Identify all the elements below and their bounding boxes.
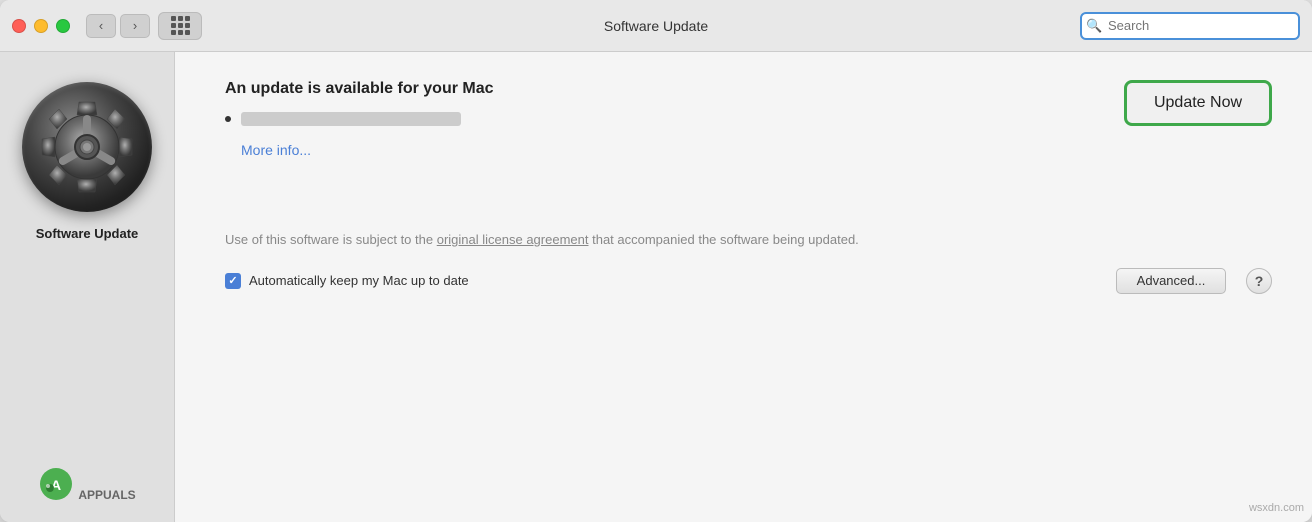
wsxdn-watermark: wsxdn.com xyxy=(1249,502,1304,514)
bottom-section: ✓ Automatically keep my Mac up to date A… xyxy=(225,268,1272,294)
update-item-bar xyxy=(241,112,461,126)
update-title: An update is available for your Mac xyxy=(225,80,1094,98)
main-panel: An update is available for your Mac More… xyxy=(175,52,1312,522)
window-title: Software Update xyxy=(604,18,708,34)
update-info: An update is available for your Mac More… xyxy=(225,80,1094,160)
content-area: Software Update A APPUALS An update xyxy=(0,52,1312,522)
more-info-link[interactable]: More info... xyxy=(241,142,311,158)
help-button[interactable]: ? xyxy=(1246,268,1272,294)
auto-update-checkbox[interactable]: ✓ xyxy=(225,273,241,289)
update-section: An update is available for your Mac More… xyxy=(225,80,1272,160)
fullscreen-button[interactable] xyxy=(56,19,70,33)
appuals-logo: A xyxy=(38,466,74,502)
grid-view-button[interactable] xyxy=(158,12,202,40)
bullet-icon xyxy=(225,116,231,122)
back-button[interactable]: ‹ xyxy=(86,14,116,38)
app-icon xyxy=(22,82,152,212)
license-text-before: Use of this software is subject to the xyxy=(225,232,437,247)
license-link[interactable]: original license agreement xyxy=(437,232,589,247)
titlebar: ‹ › Software Update 🔍 xyxy=(0,0,1312,52)
close-button[interactable] xyxy=(12,19,26,33)
checkbox-label: Automatically keep my Mac up to date xyxy=(249,273,469,288)
app-label: Software Update xyxy=(36,226,139,241)
appuals-watermark: A APPUALS xyxy=(38,466,135,502)
sidebar: Software Update A APPUALS xyxy=(0,52,175,522)
traffic-lights xyxy=(12,19,70,33)
license-text-after: that accompanied the software being upda… xyxy=(588,232,858,247)
system-preferences-window: ‹ › Software Update 🔍 xyxy=(0,0,1312,522)
checkbox-row: ✓ Automatically keep my Mac up to date xyxy=(225,273,1096,289)
nav-buttons: ‹ › xyxy=(86,14,150,38)
check-icon: ✓ xyxy=(228,274,237,287)
forward-icon: › xyxy=(133,18,137,33)
gear-svg xyxy=(32,92,142,202)
appuals-text: APPUALS xyxy=(78,488,135,502)
update-now-button[interactable]: Update Now xyxy=(1124,80,1272,126)
sidebar-bottom: A APPUALS xyxy=(38,466,135,502)
grid-icon xyxy=(171,16,190,35)
back-icon: ‹ xyxy=(99,18,103,33)
update-item xyxy=(225,112,1094,126)
minimize-button[interactable] xyxy=(34,19,48,33)
search-box: 🔍 xyxy=(1080,12,1300,40)
search-input[interactable] xyxy=(1080,12,1300,40)
license-section: Use of this software is subject to the o… xyxy=(225,230,905,250)
advanced-button[interactable]: Advanced... xyxy=(1116,268,1226,294)
search-icon: 🔍 xyxy=(1086,18,1102,34)
forward-button[interactable]: › xyxy=(120,14,150,38)
